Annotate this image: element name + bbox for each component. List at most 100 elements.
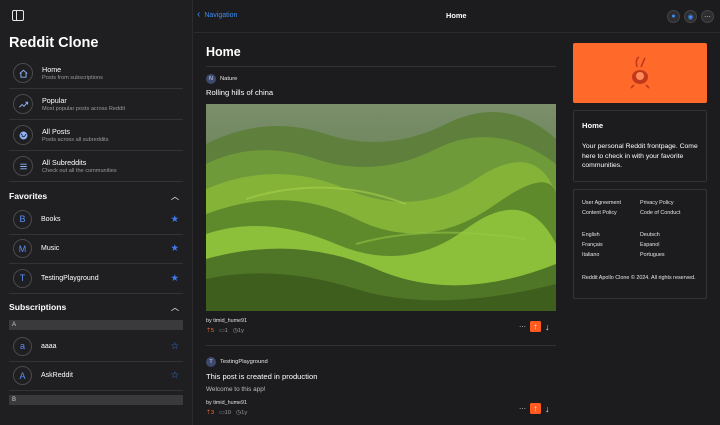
nav-item-popular[interactable]: Popular Most popular posts across Reddit (9, 89, 183, 120)
card-title: Home (582, 121, 604, 130)
post-author[interactable]: by timid_hume91 (206, 400, 247, 406)
comment-count: ▭10 (219, 410, 232, 416)
home-info-card: Home Your personal Reddit frontpage. Com… (573, 110, 707, 182)
upvote-button[interactable]: ↑ (530, 403, 541, 414)
upvote-count: ⇡5 (206, 328, 215, 334)
lang-espanol[interactable]: Espanol (640, 241, 700, 250)
comment-count: ▭1 (219, 328, 228, 334)
reddit-icon[interactable]: ● (667, 10, 680, 23)
trending-icon (13, 94, 33, 114)
subreddit-avatar: a (13, 336, 32, 356)
account-icon[interactable]: ◉ (684, 10, 697, 23)
favorites-title: Favorites (9, 191, 48, 201)
nav-label: Home (42, 64, 62, 74)
nav-sub: Posts across all subreddits (42, 136, 109, 143)
subscriptions-list: a aaaa ☆ A AskReddit ☆ (9, 332, 183, 391)
favorite-label: TestingPlayground (41, 274, 99, 282)
subreddit-name: TestingPlayground (220, 359, 268, 365)
reddit-mascot-logo (630, 56, 650, 89)
section-index-a: A (9, 320, 183, 330)
divider (206, 345, 556, 346)
post-title[interactable]: This post is created in production (206, 372, 317, 381)
chevron-up-icon[interactable]: ︿ (171, 191, 179, 202)
post-image[interactable] (206, 104, 556, 311)
downvote-button[interactable]: ↓ (545, 322, 550, 331)
subscriptions-header[interactable]: Subscriptions ︿ (9, 302, 183, 312)
star-outline-icon[interactable]: ☆ (170, 341, 179, 352)
lang-deutsch[interactable]: Deutsch (640, 231, 700, 240)
nav-item-home[interactable]: Home Posts from subscriptions (9, 58, 183, 89)
section-index-b: B (9, 395, 183, 405)
link-content-policy[interactable]: Content Policy (582, 209, 640, 218)
post-subreddit[interactable]: T TestingPlayground (206, 357, 268, 367)
star-filled-icon[interactable]: ★ (170, 273, 179, 284)
subreddit-avatar: N (206, 74, 216, 84)
subreddit-avatar: T (13, 268, 32, 288)
link-privacy-policy[interactable]: Privacy Policy (640, 199, 700, 208)
subreddit-avatar: M (13, 239, 32, 259)
star-outline-icon[interactable]: ☆ (170, 370, 179, 381)
favorite-label: Books (41, 215, 61, 223)
subreddit-avatar: T (206, 357, 216, 367)
subscription-item-askreddit[interactable]: A AskReddit ☆ (9, 362, 183, 391)
nav-sub: Posts from subscriptions (42, 74, 103, 81)
lang-portugues[interactable]: Portugues (640, 251, 700, 260)
nav-label: All Posts (42, 126, 70, 136)
chevron-left-icon: ‹ (197, 9, 201, 20)
nav-label: Popular (42, 95, 67, 105)
link-code-of-conduct[interactable]: Code of Conduct (640, 209, 700, 218)
subreddit-avatar: A (13, 366, 32, 386)
post-author[interactable]: by timid_hume91 (206, 318, 247, 324)
post-age: ◷1y (236, 410, 248, 416)
downvote-button[interactable]: ↓ (545, 404, 550, 413)
chevron-up-icon[interactable]: ︿ (171, 302, 179, 313)
favorites-header[interactable]: Favorites ︿ (9, 191, 183, 201)
sidebar-toggle-icon[interactable] (12, 10, 24, 21)
sidebar: Reddit Clone Home Posts from subscriptio… (0, 0, 193, 425)
app-title: Reddit Clone (9, 35, 99, 51)
favorite-item-music[interactable]: M Music ★ (9, 235, 183, 264)
favorites-list: B Books ★ M Music ★ T TestingPlayground … (9, 205, 183, 294)
nav-list: Home Posts from subscriptions Popular Mo… (9, 58, 183, 182)
back-button[interactable]: ‹ Navigation (197, 9, 237, 20)
post-actions: ⋯ ↑ ↓ (519, 403, 550, 414)
favorite-item-testingplayground[interactable]: T TestingPlayground ★ (9, 264, 183, 294)
copyright-text: Reddit Apollo Clone © 2024. All rights r… (582, 275, 696, 281)
footer-card: User Agreement Privacy Policy Content Po… (573, 189, 707, 299)
favorite-item-books[interactable]: B Books ★ (9, 205, 183, 235)
subreddit-avatar: B (13, 209, 32, 229)
home-icon (13, 63, 33, 83)
post-body: Welcome to this app! (206, 386, 266, 393)
nav-sub: Most popular posts across Reddit (42, 105, 126, 112)
divider (206, 66, 556, 67)
lang-english[interactable]: English (582, 231, 640, 240)
nav-item-all-posts[interactable]: All Posts Posts across all subreddits (9, 120, 183, 151)
favorite-label: Music (41, 245, 60, 253)
card-text: Your personal Reddit frontpage. Come her… (582, 143, 698, 169)
nav-item-all-subreddits[interactable]: All Subreddits Check out all the communi… (9, 151, 183, 182)
post-subreddit[interactable]: N Nature (206, 74, 237, 84)
nav-label: All Subreddits (42, 157, 87, 167)
lang-francais[interactable]: Français (582, 241, 640, 250)
list-icon (13, 156, 33, 176)
more-icon[interactable]: ⋯ (519, 405, 526, 413)
more-icon[interactable]: ⋯ (701, 10, 714, 23)
subscription-label: aaaa (41, 342, 57, 350)
post-title[interactable]: Rolling hills of china (206, 88, 273, 97)
lang-italiano[interactable]: Italiano (582, 251, 640, 260)
star-filled-icon[interactable]: ★ (170, 214, 179, 225)
top-bar: ‹ Navigation Home ● ◉ ⋯ (194, 0, 720, 33)
star-filled-icon[interactable]: ★ (170, 243, 179, 254)
top-title: Home (446, 11, 467, 20)
upvote-button[interactable]: ↑ (530, 321, 541, 332)
post-stats: ⇡3 ▭10 ◷1y (206, 410, 247, 416)
link-user-agreement[interactable]: User Agreement (582, 199, 640, 208)
nav-sub: Check out all the communities (42, 167, 117, 174)
language-links: English Deutsch Français Espanol Italian… (582, 231, 702, 260)
more-icon[interactable]: ⋯ (519, 323, 526, 331)
upvote-count: ⇡3 (206, 410, 215, 416)
home-banner (573, 43, 707, 103)
globe-icon (13, 125, 33, 145)
subscription-item-aaaa[interactable]: a aaaa ☆ (9, 332, 183, 362)
subscriptions-title: Subscriptions (9, 302, 67, 312)
